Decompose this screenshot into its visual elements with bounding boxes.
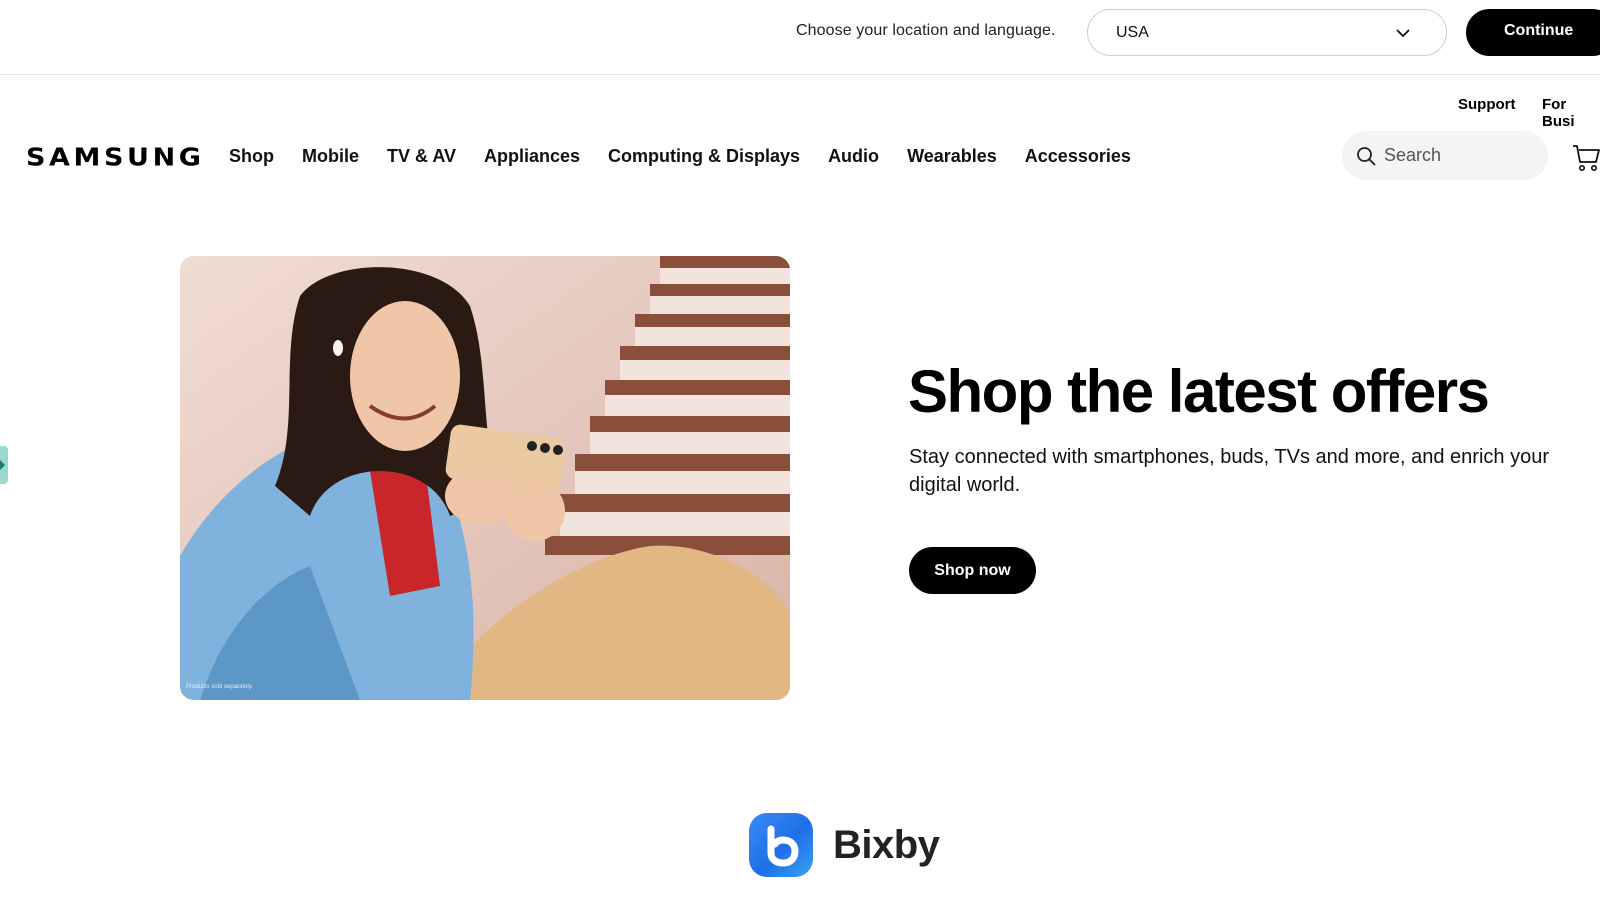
bixby-label: Bixby bbox=[833, 823, 940, 867]
nav-item-audio[interactable]: Audio bbox=[828, 146, 879, 167]
search-box[interactable] bbox=[1342, 131, 1548, 180]
country-select-value: USA bbox=[1116, 24, 1149, 41]
image-fineprint: Products sold separately. bbox=[186, 684, 253, 690]
search-input[interactable] bbox=[1384, 143, 1534, 168]
hero-illustration bbox=[180, 256, 790, 700]
nav-item-tv-av[interactable]: TV & AV bbox=[387, 146, 456, 167]
nav-item-computing-displays[interactable]: Computing & Displays bbox=[608, 146, 800, 167]
bixby-logo-glyph bbox=[767, 825, 799, 867]
nav-item-appliances[interactable]: Appliances bbox=[484, 146, 580, 167]
nav-item-mobile[interactable]: Mobile bbox=[302, 146, 359, 167]
for-business-link[interactable]: For Busi bbox=[1542, 96, 1600, 130]
support-link[interactable]: Support bbox=[1458, 96, 1516, 113]
nav-item-shop[interactable]: Shop bbox=[229, 146, 274, 167]
side-feedback-tab[interactable] bbox=[0, 446, 8, 484]
location-bar: Choose your location and language. USA C… bbox=[0, 0, 1600, 75]
shop-now-button[interactable]: Shop now bbox=[909, 547, 1036, 594]
hero-image: Products sold separately. bbox=[180, 256, 790, 700]
samsung-logo[interactable]: SAMSUNG bbox=[26, 143, 205, 172]
location-prompt: Choose your location and language. bbox=[796, 22, 1056, 39]
search-icon bbox=[1357, 147, 1376, 166]
nav-item-accessories[interactable]: Accessories bbox=[1025, 146, 1131, 167]
country-select[interactable]: USA bbox=[1087, 9, 1447, 56]
main-nav: Shop Mobile TV & AV Appliances Computing… bbox=[229, 146, 1159, 167]
hero-title: Shop the latest offers bbox=[908, 358, 1490, 425]
bixby-icon bbox=[749, 813, 813, 877]
cart-icon[interactable] bbox=[1572, 142, 1600, 172]
chevron-down-icon bbox=[1396, 29, 1410, 38]
continue-button[interactable]: Continue bbox=[1466, 9, 1600, 56]
arrow-right-icon bbox=[0, 460, 5, 470]
hero-subtitle: Stay connected with smartphones, buds, T… bbox=[909, 446, 1549, 496]
nav-item-wearables[interactable]: Wearables bbox=[907, 146, 997, 167]
